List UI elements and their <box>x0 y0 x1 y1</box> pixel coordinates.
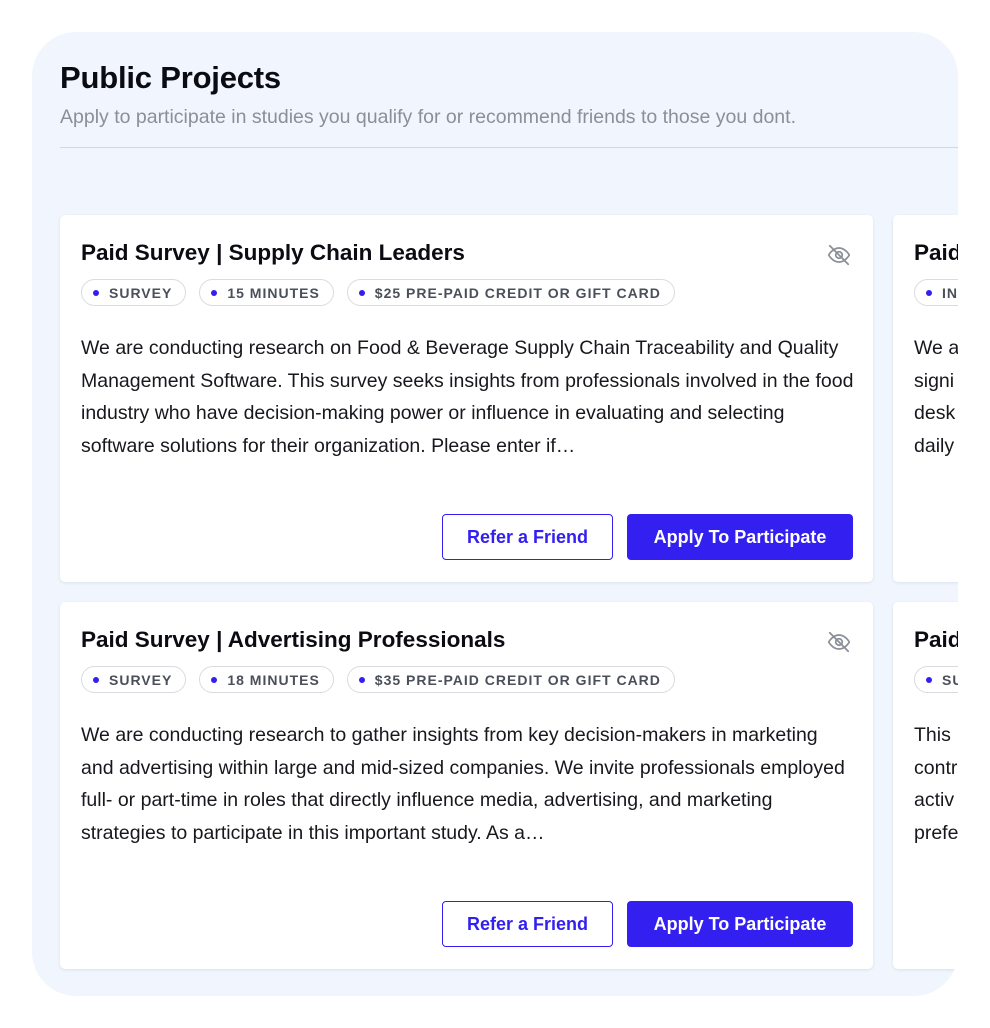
dot-icon <box>93 289 99 296</box>
project-title: Paid Survey | Advertising Professionals <box>81 627 506 652</box>
project-title: Paid <box>914 627 958 652</box>
eye-slash-icon[interactable] <box>826 629 852 655</box>
project-card-supply-chain: Paid Survey | Supply Chain Leaders SURVE… <box>60 215 873 582</box>
tag-list: SURVEY 18 MINUTES $35 PRE-PAID CREDIT OR… <box>81 666 675 693</box>
tag-type: IN <box>914 279 958 306</box>
project-card-advertising: Paid Survey | Advertising Professionals … <box>60 602 873 969</box>
project-card-peek[interactable]: Paid SU This contr activ prefe <box>893 602 958 969</box>
dot-icon <box>211 289 218 296</box>
apply-button[interactable]: Apply To Participate <box>627 901 853 947</box>
project-description: We are conducting research to gather ins… <box>81 724 845 844</box>
project-title: Paid Survey | Supply Chain Leaders <box>81 240 465 265</box>
tag-duration: 18 MINUTES <box>199 666 334 693</box>
dot-icon <box>358 289 365 296</box>
dot-icon <box>926 676 932 683</box>
project-title: Paid <box>914 240 958 265</box>
project-description: We are conducting research on Food & Bev… <box>81 337 854 457</box>
tag-duration: 15 MINUTES <box>199 279 334 306</box>
refer-friend-button[interactable]: Refer a Friend <box>442 514 613 560</box>
divider <box>60 147 958 148</box>
project-card-peek[interactable]: Paid IN We a signi desk daily <box>893 215 958 582</box>
project-description: This contr activ prefe <box>914 724 958 844</box>
tag-reward: $25 PRE-PAID CREDIT OR GIFT CARD <box>346 279 675 306</box>
tag-reward: $35 PRE-PAID CREDIT OR GIFT CARD <box>346 666 675 693</box>
tag-type: SU <box>914 666 958 693</box>
project-description: We a signi desk daily <box>914 337 958 457</box>
dot-icon <box>926 289 932 296</box>
dot-icon <box>211 676 218 683</box>
refer-friend-button[interactable]: Refer a Friend <box>442 901 613 947</box>
dot-icon <box>358 676 365 683</box>
page-subtitle: Apply to participate in studies you qual… <box>60 106 796 128</box>
eye-slash-icon[interactable] <box>826 242 852 268</box>
tag-type: SURVEY <box>81 279 187 306</box>
public-projects-panel: Public Projects Apply to participate in … <box>32 32 958 996</box>
tag-type: SURVEY <box>81 666 187 693</box>
tag-list: SURVEY 15 MINUTES $25 PRE-PAID CREDIT OR… <box>81 279 675 306</box>
apply-button[interactable]: Apply To Participate <box>627 514 853 560</box>
dot-icon <box>93 676 99 683</box>
page-title: Public Projects <box>60 60 281 95</box>
